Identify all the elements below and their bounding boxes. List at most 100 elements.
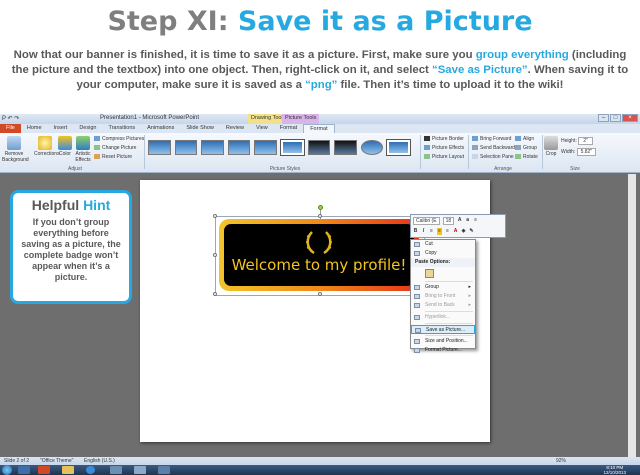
start-button-icon[interactable] <box>2 465 12 475</box>
picture-style-10[interactable] <box>387 140 410 155</box>
menu-item-save-as-picture[interactable]: Save as Picture... <box>411 325 475 334</box>
menu-item-hyperlink[interactable]: Hyperlink... <box>411 313 475 322</box>
menu-separator <box>425 281 473 282</box>
change-picture-label: Change Picture <box>102 145 137 151</box>
bold-icon[interactable]: B <box>413 228 418 235</box>
quick-access-icon[interactable]: P ↶ ↷ <box>2 115 19 122</box>
bring-forward-icon <box>472 136 478 142</box>
picture-style-2[interactable] <box>174 140 198 155</box>
picture-style-7[interactable] <box>307 140 331 155</box>
remove-background-button[interactable]: Remove Background <box>2 136 29 163</box>
rotate-button[interactable]: Rotate <box>515 154 538 160</box>
explorer-taskbar-icon[interactable] <box>62 466 74 474</box>
font-name-select[interactable]: Calibri (E <box>413 216 440 225</box>
tab-transitions[interactable]: Transitions <box>102 124 141 133</box>
tab-insert[interactable]: Insert <box>48 124 74 133</box>
powerpoint-screenshot: P ↶ ↷ Presentation1 - Microsoft PowerPoi… <box>0 114 640 475</box>
menu-item-cut[interactable]: Cut <box>411 240 475 249</box>
center-align-icon[interactable]: ≡ <box>437 228 442 235</box>
taskbar-app-icon[interactable] <box>18 466 30 474</box>
language-indicator[interactable]: English (U.S.) <box>84 458 115 464</box>
menu-item-copy[interactable]: Copy <box>411 249 475 258</box>
picture-effects-button[interactable]: Picture Effects <box>424 145 464 151</box>
resize-handle[interactable] <box>213 253 217 257</box>
paste-icon[interactable] <box>425 269 434 278</box>
menu-item-size-and-position[interactable]: Size and Position... <box>411 337 475 346</box>
taskbar-app-icon[interactable] <box>158 466 170 474</box>
height-field[interactable]: Height: 2" <box>561 137 593 145</box>
picture-layout-button[interactable]: Picture Layout <box>424 154 464 160</box>
hp-taskbar-icon[interactable] <box>86 466 95 474</box>
tab-animations[interactable]: Animations <box>141 124 180 133</box>
menu-item-send-to-back[interactable]: Send to Back ▸ <box>411 301 475 310</box>
reset-picture-button[interactable]: Reset Picture <box>94 154 132 160</box>
change-picture-button[interactable]: Change Picture <box>94 145 136 151</box>
close-button[interactable]: × <box>622 114 638 122</box>
width-input[interactable]: 5.82" <box>576 148 597 156</box>
system-clock[interactable]: 8:10 PM 12/10/2013 <box>603 465 626 475</box>
maximize-button[interactable]: □ <box>610 114 621 122</box>
zoom-level[interactable]: 92% <box>556 458 566 464</box>
picture-style-6[interactable] <box>280 140 304 155</box>
menu-item-group[interactable]: Group ▸ <box>411 283 475 292</box>
font-size-select[interactable]: 18 <box>442 216 455 225</box>
minimize-button[interactable]: – <box>598 114 609 122</box>
taskbar-app-icon[interactable] <box>110 466 122 474</box>
picture-style-5[interactable] <box>254 140 277 155</box>
picture-layout-icon <box>424 154 430 160</box>
tab-slide-show[interactable]: Slide Show <box>180 124 220 133</box>
width-field[interactable]: Width: 5.82" <box>561 148 597 156</box>
grow-font-icon[interactable]: A <box>457 217 462 224</box>
picture-style-4[interactable] <box>227 140 251 155</box>
color-button[interactable]: Color <box>58 136 72 157</box>
send-backward-button[interactable]: Send Backward <box>472 145 515 151</box>
tab-format-drawing[interactable]: Format <box>274 124 303 133</box>
resize-handle[interactable] <box>213 214 217 218</box>
vertical-scrollbar[interactable] <box>628 174 636 462</box>
shrink-font-icon[interactable]: a <box>465 217 470 224</box>
selection-pane-button[interactable]: Selection Pane <box>472 154 514 160</box>
powerpoint-taskbar-icon[interactable] <box>38 466 50 474</box>
tab-format-picture[interactable]: Format <box>303 124 335 133</box>
window-titlebar: P ↶ ↷ Presentation1 - Microsoft PowerPoi… <box>0 114 640 124</box>
tab-home[interactable]: Home <box>21 124 48 133</box>
group-icon <box>414 285 420 290</box>
artistic-effects-icon <box>76 136 90 150</box>
fill-icon[interactable]: ◈ <box>461 228 466 235</box>
corrections-button[interactable]: Corrections <box>34 136 60 157</box>
indent-icon[interactable]: ≡ <box>473 217 478 224</box>
welcome-badge[interactable]: Welcome to my profile! <box>219 219 419 291</box>
picture-style-3[interactable] <box>201 140 224 155</box>
tab-design[interactable]: Design <box>73 124 102 133</box>
picture-style-1[interactable] <box>148 140 171 155</box>
bring-forward-button[interactable]: Bring Forward <box>472 136 511 142</box>
resize-handle[interactable] <box>318 214 322 218</box>
font-color-icon[interactable]: A <box>453 228 458 235</box>
menu-item-bring-to-front[interactable]: Bring to Front ▸ <box>411 292 475 301</box>
italic-icon[interactable]: I <box>421 228 426 235</box>
picture-tools-label: Picture Tools <box>282 114 320 124</box>
menu-item-format-picture[interactable]: Format Picture... <box>411 346 475 355</box>
bring-to-front-icon <box>414 294 420 299</box>
group-button[interactable]: Group <box>515 145 537 151</box>
crop-button[interactable]: Crop <box>544 136 558 157</box>
picture-border-button[interactable]: Picture Border <box>424 136 464 142</box>
resize-handle[interactable] <box>318 292 322 296</box>
outline-icon[interactable]: ✎ <box>469 228 474 235</box>
menu-item-label: Group <box>425 284 439 290</box>
align-left-icon[interactable]: ≡ <box>429 228 434 235</box>
picture-style-9[interactable] <box>360 140 384 155</box>
compress-pictures-button[interactable]: Compress Pictures <box>94 136 144 142</box>
resize-handle[interactable] <box>213 292 217 296</box>
tab-file[interactable]: File <box>0 124 21 133</box>
copy-icon <box>414 251 420 256</box>
align-button[interactable]: Align <box>515 136 534 142</box>
align-right-icon[interactable]: ≡ <box>445 228 450 235</box>
taskbar-app-icon[interactable] <box>134 466 146 474</box>
rotate-handle[interactable] <box>318 205 323 210</box>
artistic-effects-button[interactable]: Artistic Effects <box>74 136 92 163</box>
height-input[interactable]: 2" <box>578 137 593 145</box>
tab-review[interactable]: Review <box>220 124 250 133</box>
tab-view[interactable]: View <box>250 124 274 133</box>
picture-style-8[interactable] <box>334 140 357 155</box>
